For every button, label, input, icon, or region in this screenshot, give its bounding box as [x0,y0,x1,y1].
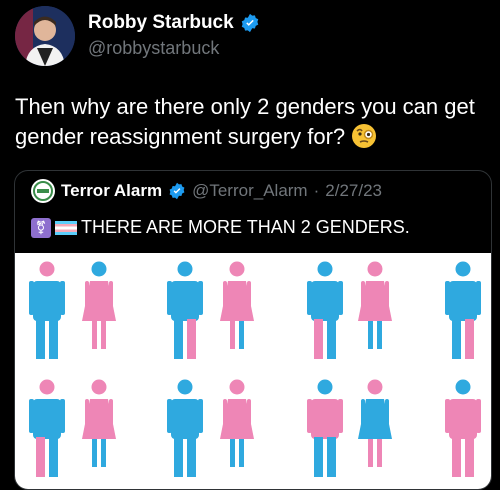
face-with-monocle-icon [352,124,377,148]
gender-figure-row2-5 [307,379,343,477]
gender-figures-image [29,261,481,477]
gender-figure-row1-3 [167,261,203,359]
author-handle[interactable]: @robbystarbuck [88,38,219,59]
gender-figure-row1-5 [307,261,343,359]
quoted-date[interactable]: 2/27/23 [325,181,382,201]
gender-figure-row1-1 [29,261,65,359]
gender-figure-row1-2 [82,261,116,349]
post-body: Then why are there only 2 genders you ca… [15,94,475,149]
gender-figure-row1-6 [358,261,392,349]
transgender-symbol-icon: ⚧ [31,217,51,238]
quoted-text: ⚧ THERE ARE MORE THAN 2 GENDERS. [31,217,410,238]
quoted-avatar[interactable] [31,179,55,203]
post-text: Then why are there only 2 genders you ca… [15,92,485,152]
verified-badge-icon [241,13,258,33]
quoted-author-name[interactable]: Terror Alarm [61,181,162,201]
quoted-author-handle[interactable]: @Terror_Alarm [192,181,308,201]
gender-figure-row2-1 [29,379,65,477]
transgender-flag-icon [55,220,77,235]
meta-separator: · [313,181,320,200]
gender-figure-row1-7 [445,261,481,359]
quoted-image[interactable] [15,253,491,489]
gender-figure-row2-6 [358,379,392,467]
quoted-post[interactable]: Terror Alarm @Terror_Alarm · 2/27/23 ⚧ T… [14,170,492,490]
gender-figure-row2-2 [82,379,116,467]
gender-figure-row2-4 [220,379,254,467]
gender-figure-row2-7 [445,379,481,477]
author-avatar[interactable] [15,6,75,66]
gender-figure-row2-3 [167,379,203,477]
gender-figure-row1-4 [220,261,254,349]
author-name[interactable]: Robby Starbuck [88,12,234,34]
verified-badge-icon [169,182,185,200]
quoted-body: THERE ARE MORE THAN 2 GENDERS. [81,217,410,237]
